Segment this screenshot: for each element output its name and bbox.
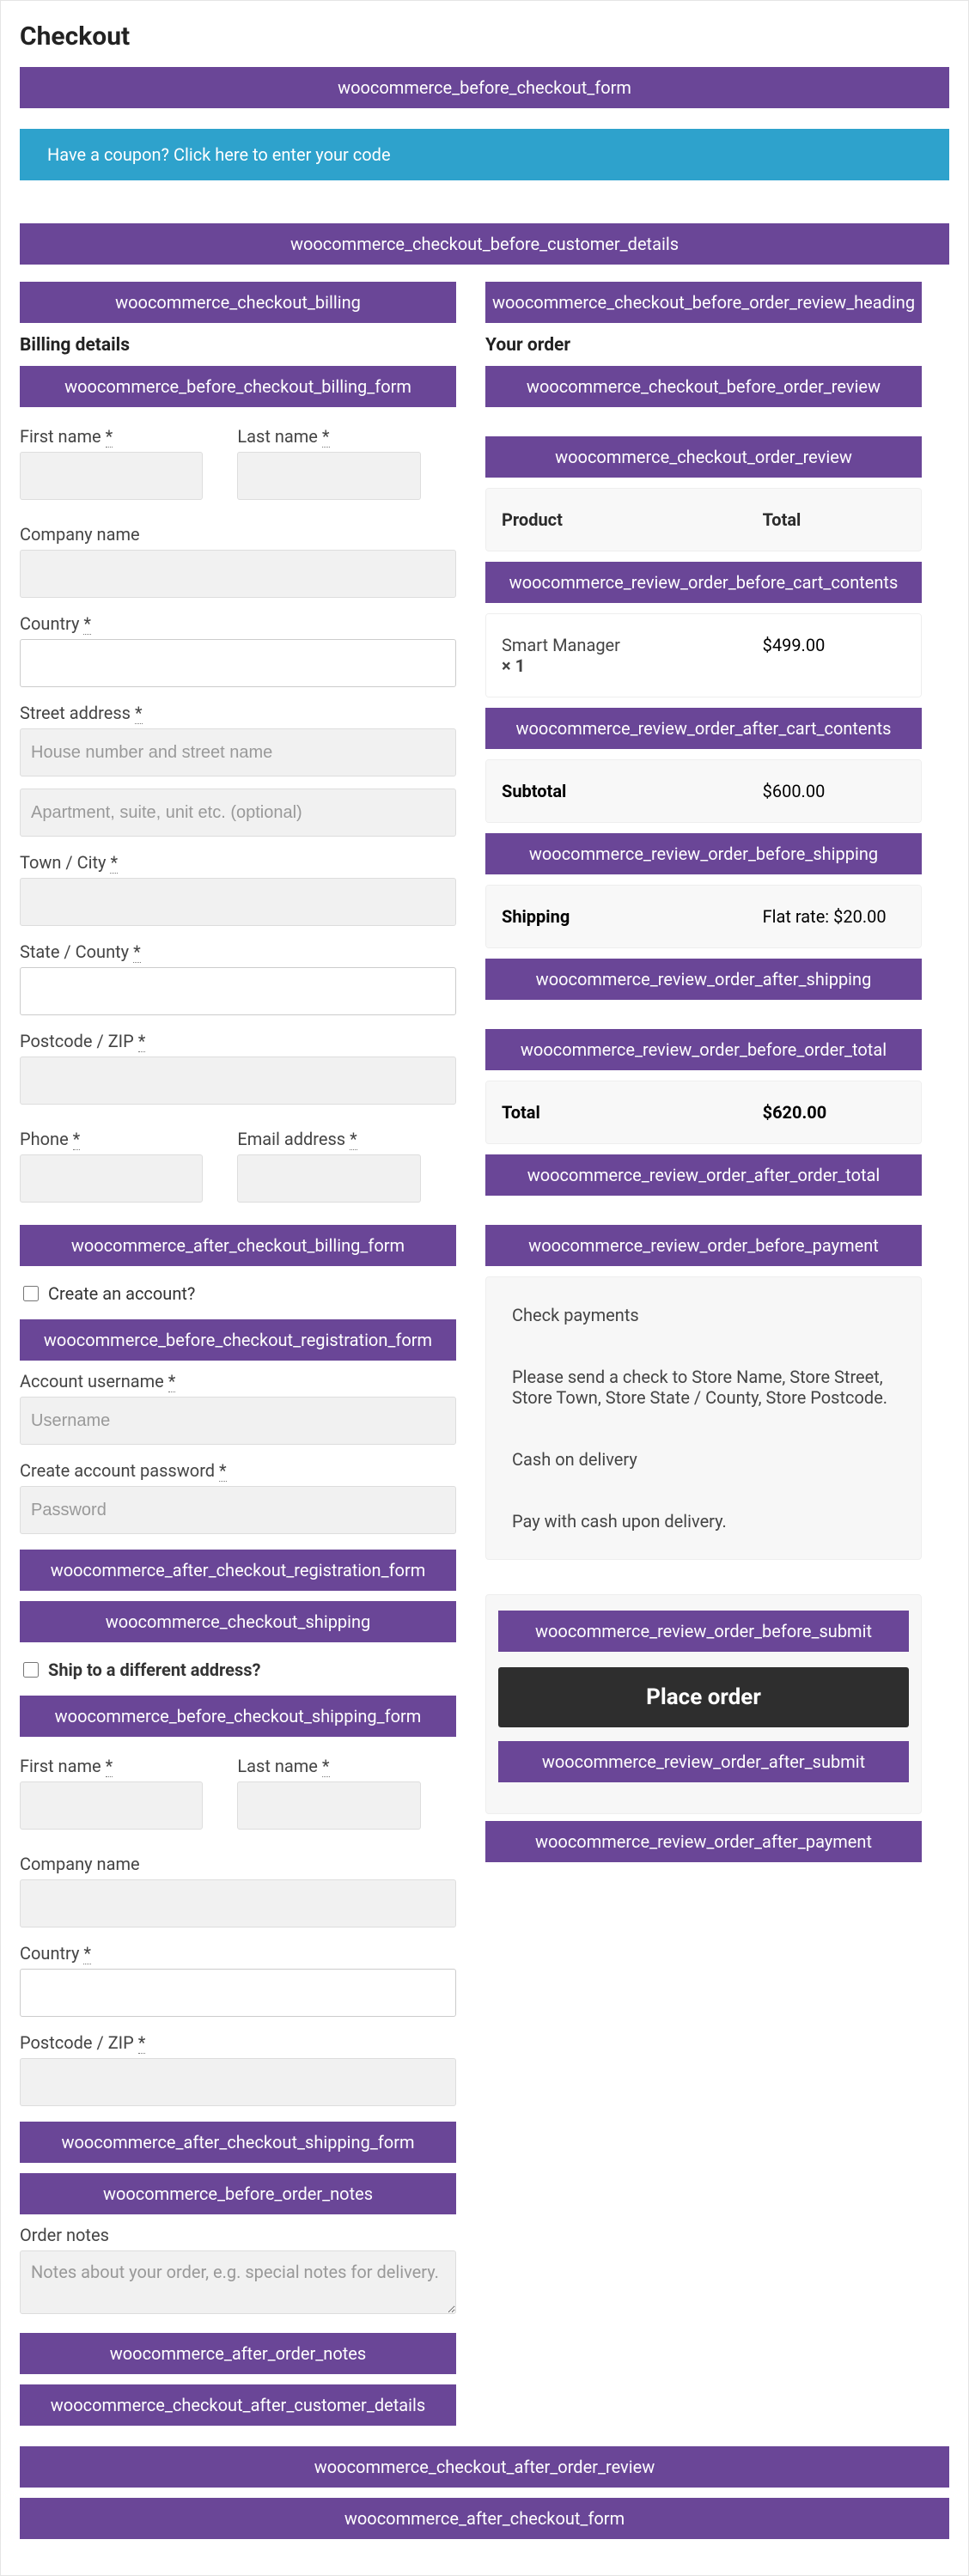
subtotal-value: $600.00 bbox=[747, 760, 921, 822]
create-account-check-input[interactable] bbox=[23, 1286, 39, 1301]
billing-phone-label: Phone * bbox=[20, 1129, 203, 1149]
hook-review-before-cart-contents: woocommerce_review_order_before_cart_con… bbox=[485, 562, 922, 603]
hook-after-shipping-form: woocommerce_after_checkout_shipping_form bbox=[20, 2122, 456, 2163]
create-account-checkbox[interactable]: Create an account? bbox=[20, 1283, 456, 1304]
payment-methods: Check payments Please send a check to St… bbox=[485, 1276, 922, 1560]
hook-after-order-notes: woocommerce_after_order_notes bbox=[20, 2333, 456, 2374]
product-total: $499.00 bbox=[747, 614, 921, 697]
billing-company-input[interactable] bbox=[20, 550, 456, 598]
hook-before-billing-form: woocommerce_before_checkout_billing_form bbox=[20, 366, 456, 407]
payment-check-desc: Please send a check to Store Name, Store… bbox=[486, 1346, 921, 1428]
billing-last-name-input[interactable] bbox=[237, 452, 420, 500]
hook-checkout-billing: woocommerce_checkout_billing bbox=[20, 282, 456, 323]
billing-company-label: Company name bbox=[20, 524, 456, 545]
hook-review-after-shipping: woocommerce_review_order_after_shipping bbox=[485, 959, 922, 1000]
order-item-row: Smart Manager × 1 $499.00 bbox=[485, 613, 922, 697]
th-product: Product bbox=[486, 489, 747, 551]
shipping-label: Shipping bbox=[486, 886, 747, 947]
billing-email-label: Email address * bbox=[237, 1129, 420, 1149]
shipping-first-name-input[interactable] bbox=[20, 1781, 203, 1830]
shipping-country-input[interactable] bbox=[20, 1969, 456, 2017]
billing-city-input[interactable] bbox=[20, 878, 456, 926]
hook-review-before-submit: woocommerce_review_order_before_submit bbox=[498, 1611, 909, 1652]
order-heading: Your order bbox=[485, 335, 922, 356]
account-password-input[interactable] bbox=[20, 1486, 456, 1534]
billing-phone-input[interactable] bbox=[20, 1154, 203, 1203]
hook-before-shipping-form: woocommerce_before_checkout_shipping_for… bbox=[20, 1696, 456, 1737]
hook-before-order-review: woocommerce_checkout_before_order_review bbox=[485, 366, 922, 407]
billing-email-input[interactable] bbox=[237, 1154, 420, 1203]
billing-last-name-label: Last name * bbox=[237, 426, 420, 447]
order-notes-input[interactable] bbox=[20, 2250, 456, 2314]
billing-country-input[interactable] bbox=[20, 639, 456, 687]
shipping-last-name-label: Last name * bbox=[237, 1756, 420, 1776]
hook-review-after-cart-contents: woocommerce_review_order_after_cart_cont… bbox=[485, 708, 922, 749]
th-total: Total bbox=[747, 489, 921, 551]
account-password-label: Create account password * bbox=[20, 1460, 456, 1481]
hook-review-before-shipping: woocommerce_review_order_before_shipping bbox=[485, 833, 922, 874]
create-account-label: Create an account? bbox=[48, 1283, 195, 1304]
shipping-postcode-label: Postcode / ZIP * bbox=[20, 2032, 456, 2053]
billing-state-label: State / County * bbox=[20, 941, 456, 962]
order-subtotal-row: Subtotal $600.00 bbox=[485, 759, 922, 823]
billing-postcode-input[interactable] bbox=[20, 1057, 456, 1105]
hook-checkout-after-order-review: woocommerce_checkout_after_order_review bbox=[20, 2446, 949, 2488]
hook-before-registration-form: woocommerce_before_checkout_registration… bbox=[20, 1319, 456, 1361]
product-qty: × 1 bbox=[502, 655, 732, 676]
product-name: Smart Manager bbox=[502, 635, 732, 655]
hook-after-billing-form: woocommerce_after_checkout_billing_form bbox=[20, 1225, 456, 1266]
place-order-button[interactable]: Place order bbox=[498, 1667, 909, 1727]
submit-area: woocommerce_review_order_before_submit P… bbox=[485, 1594, 922, 1814]
order-table-header: Product Total bbox=[485, 488, 922, 551]
account-username-label: Account username * bbox=[20, 1371, 456, 1392]
order-notes-label: Order notes bbox=[20, 2225, 456, 2245]
hook-after-customer-details: woocommerce_checkout_after_customer_deta… bbox=[20, 2384, 456, 2426]
shipping-country-label: Country * bbox=[20, 1943, 456, 1964]
billing-country-label: Country * bbox=[20, 613, 456, 634]
hook-review-after-submit: woocommerce_review_order_after_submit bbox=[498, 1741, 909, 1782]
hook-order-review: woocommerce_checkout_order_review bbox=[485, 436, 922, 478]
account-username-input[interactable] bbox=[20, 1397, 456, 1445]
billing-address2-input[interactable] bbox=[20, 789, 456, 837]
shipping-company-label: Company name bbox=[20, 1854, 456, 1874]
payment-cod-desc: Pay with cash upon delivery. bbox=[486, 1490, 921, 1552]
ship-different-label: Ship to a different address? bbox=[48, 1659, 260, 1680]
coupon-notice[interactable]: Have a coupon? Click here to enter your … bbox=[20, 129, 949, 180]
total-label: Total bbox=[486, 1081, 747, 1143]
order-shipping-row: Shipping Flat rate: $20.00 bbox=[485, 885, 922, 948]
shipping-first-name-label: First name * bbox=[20, 1756, 203, 1776]
hook-review-before-payment: woocommerce_review_order_before_payment bbox=[485, 1225, 922, 1266]
ship-different-checkbox[interactable]: Ship to a different address? bbox=[20, 1659, 456, 1680]
hook-after-checkout-form: woocommerce_after_checkout_form bbox=[20, 2498, 949, 2539]
total-value: $620.00 bbox=[747, 1081, 921, 1143]
order-total-row: Total $620.00 bbox=[485, 1081, 922, 1144]
hook-before-order-notes: woocommerce_before_order_notes bbox=[20, 2173, 456, 2214]
billing-first-name-input[interactable] bbox=[20, 452, 203, 500]
payment-cod-title[interactable]: Cash on delivery bbox=[486, 1428, 921, 1490]
billing-street-label: Street address * bbox=[20, 703, 456, 723]
subtotal-label: Subtotal bbox=[486, 760, 747, 822]
shipping-value: Flat rate: $20.00 bbox=[747, 886, 921, 947]
shipping-last-name-input[interactable] bbox=[237, 1781, 420, 1830]
shipping-postcode-input[interactable] bbox=[20, 2058, 456, 2106]
ship-different-check-input[interactable] bbox=[23, 1662, 39, 1678]
hook-before-customer-details: woocommerce_checkout_before_customer_det… bbox=[20, 223, 949, 265]
hook-review-before-order-total: woocommerce_review_order_before_order_to… bbox=[485, 1029, 922, 1070]
billing-first-name-label: First name * bbox=[20, 426, 203, 447]
payment-check-title[interactable]: Check payments bbox=[486, 1284, 921, 1346]
shipping-company-input[interactable] bbox=[20, 1879, 456, 1927]
billing-state-input[interactable] bbox=[20, 967, 456, 1015]
hook-before-order-review-heading: woocommerce_checkout_before_order_review… bbox=[485, 282, 922, 323]
billing-address1-input[interactable] bbox=[20, 728, 456, 776]
page-title: Checkout bbox=[20, 21, 949, 52]
billing-heading: Billing details bbox=[20, 335, 456, 356]
hook-review-after-order-total: woocommerce_review_order_after_order_tot… bbox=[485, 1154, 922, 1196]
hook-review-after-payment: woocommerce_review_order_after_payment bbox=[485, 1821, 922, 1862]
hook-after-registration-form: woocommerce_after_checkout_registration_… bbox=[20, 1550, 456, 1591]
billing-postcode-label: Postcode / ZIP * bbox=[20, 1031, 456, 1051]
billing-city-label: Town / City * bbox=[20, 852, 456, 873]
hook-checkout-shipping: woocommerce_checkout_shipping bbox=[20, 1601, 456, 1642]
hook-before-checkout-form: woocommerce_before_checkout_form bbox=[20, 67, 949, 108]
